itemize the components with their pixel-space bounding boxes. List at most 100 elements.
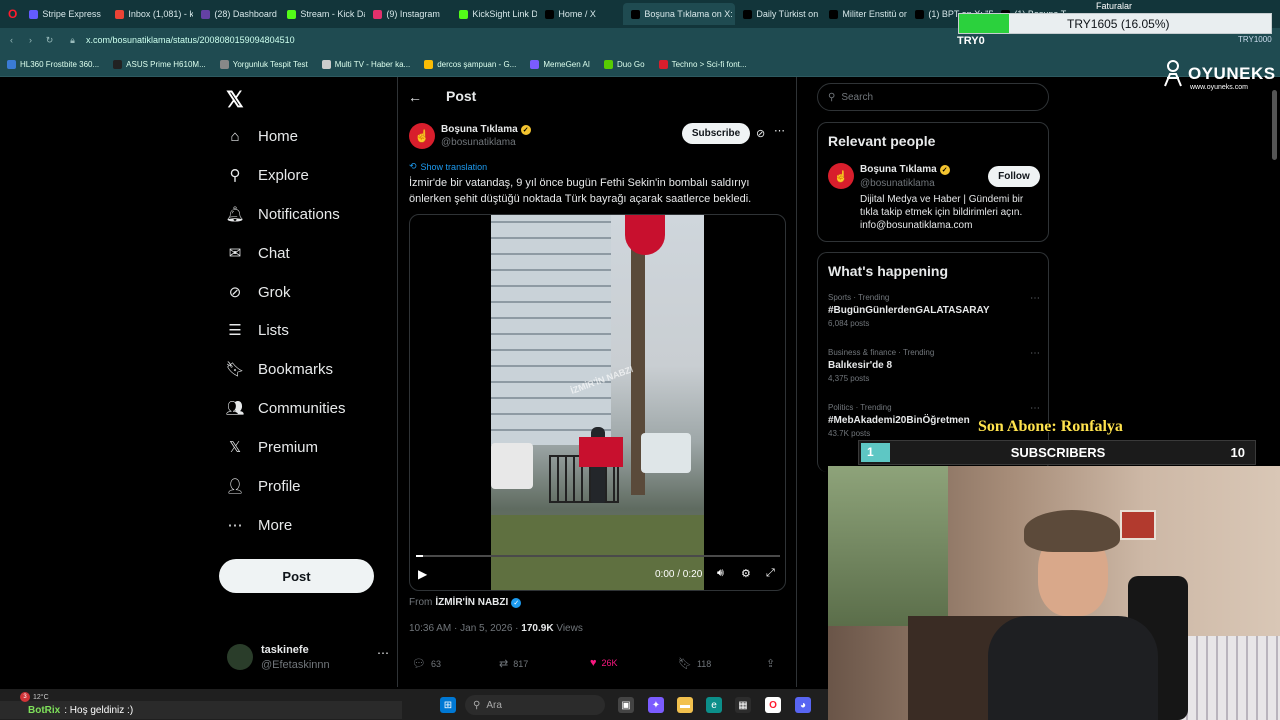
bookmark-item[interactable]: Techno > Sci-fi font...: [652, 59, 754, 69]
scrollbar[interactable]: [1272, 90, 1277, 160]
url-text[interactable]: x.com/bosunatiklama/status/2008080159094…: [86, 35, 295, 45]
follow-button[interactable]: Follow: [988, 166, 1040, 187]
bookmark-item[interactable]: MemeGen AI: [523, 59, 597, 69]
chat-text: : Hoş geldiniz :): [64, 704, 134, 716]
video-progress-bar[interactable]: [416, 555, 780, 557]
bookmark-favicon-icon: [321, 59, 331, 69]
repost-button[interactable]: ⇄ 817: [499, 657, 528, 670]
more-icon[interactable]: ⋯: [774, 124, 785, 137]
browser-tab[interactable]: Boşuna Tıklama on X: "İzm: [623, 3, 736, 25]
taskbar-search-label: Ara: [486, 699, 502, 711]
grok-icon[interactable]: ⊘: [756, 127, 765, 140]
back-arrow-icon[interactable]: ←: [408, 89, 422, 105]
opera-logo-icon[interactable]: O: [8, 7, 17, 21]
relevant-person-handle[interactable]: @bosunatiklama: [860, 178, 935, 189]
browser-tab[interactable]: (28) Dashboard / St: [193, 3, 279, 25]
bookmark-item[interactable]: Multi TV - Haber ka...: [315, 59, 417, 69]
trend-item[interactable]: Business & finance · Trending Balıkesir'd…: [828, 348, 1040, 383]
forward-arrow-icon[interactable]: ›: [23, 35, 38, 45]
bookmark-item[interactable]: ASUS Prime H610M...: [106, 59, 213, 69]
bookmark-favicon-icon: [219, 59, 229, 69]
sidebar-item-lists[interactable]: ☰ Lists: [226, 321, 289, 340]
gear-icon[interactable]: ⚙: [741, 567, 751, 580]
video-player[interactable]: İZMİR'İN NABZI ▶ 0:00 / 0:20 🔊︎ ⚙ ⤢: [409, 214, 786, 591]
bookmark-item[interactable]: dercos şampuan - G...: [417, 59, 523, 69]
bookmark-label: dercos şampuan - G...: [437, 59, 517, 69]
reply-button[interactable]: 💬︎ 63: [412, 657, 441, 670]
relevant-person-avatar[interactable]: ☝: [828, 163, 854, 189]
browser-tab[interactable]: (9) Instagram: [365, 3, 451, 25]
edge-icon[interactable]: e: [706, 697, 722, 713]
account-handle: @Efetaskinnn: [261, 659, 330, 671]
donation-goal-bar: TRY1605 (16.05%): [958, 13, 1272, 34]
browser-tab[interactable]: Stream - Kick Dash: [279, 3, 365, 25]
windows-start-icon[interactable]: ⊞: [440, 697, 456, 713]
opera-icon[interactable]: O: [765, 697, 781, 713]
subscribe-button[interactable]: Subscribe: [682, 123, 750, 144]
browser-tab[interactable]: Stripe Express: [21, 3, 107, 25]
more-icon[interactable]: ⋯: [377, 646, 389, 660]
volume-icon[interactable]: 🔊︎: [717, 567, 724, 580]
search-input[interactable]: ⚲ Search: [817, 83, 1049, 111]
more-icon[interactable]: ⋯: [1030, 403, 1040, 414]
post-text: İzmir'de bir vatandaş, 9 yıl önce bugün …: [409, 177, 752, 205]
account-switcher[interactable]: taskinefe @Efetaskinnn ⋯: [227, 642, 389, 674]
sidebar-item-communities[interactable]: 👥︎ Communities: [225, 399, 345, 418]
play-icon[interactable]: ▶: [418, 567, 427, 581]
donation-current: TRY0: [957, 35, 985, 47]
sidebar-item-grok[interactable]: ⊘ Grok: [226, 283, 291, 302]
discord-icon[interactable]: ◕: [795, 697, 811, 713]
lock-icon[interactable]: 🔒︎: [65, 35, 80, 46]
browser-tab[interactable]: KickSight Link Dete: [451, 3, 537, 25]
browser-tab[interactable]: Home / X: [537, 3, 623, 25]
share-button[interactable]: ⇪: [766, 657, 775, 670]
taskbar-search[interactable]: ⚲ Ara: [465, 695, 605, 715]
reload-icon[interactable]: ↻: [42, 35, 57, 46]
sidebar-item-home[interactable]: ⌂ Home: [226, 127, 298, 145]
sidebar-item-label: Lists: [258, 321, 289, 339]
sidebar-item-notifications[interactable]: 🔔︎ Notifications: [225, 205, 339, 224]
bookmark-label: HL360 Frostbite 360...: [20, 59, 100, 69]
sidebar-item-bookmarks[interactable]: 🔖︎ Bookmarks: [225, 360, 333, 379]
repost-count: 817: [513, 658, 529, 669]
copilot-icon[interactable]: ✦: [648, 697, 664, 713]
subscriber-goal: SUBSCRIBERS 1 10: [858, 440, 1256, 465]
x-logo-icon[interactable]: 𝕏: [226, 87, 244, 113]
browser-tab[interactable]: Inbox (1,081) - kick: [107, 3, 193, 25]
tab-favicon-icon: [115, 9, 125, 19]
video-frame[interactable]: İZMİR'İN NABZI: [491, 215, 704, 590]
task-view-icon[interactable]: ▣: [618, 697, 634, 713]
post-button[interactable]: Post: [219, 559, 374, 593]
file-explorer-icon[interactable]: ▬: [677, 697, 693, 713]
repost-icon: ⇄: [499, 658, 509, 670]
store-icon[interactable]: ▦: [735, 697, 751, 713]
sidebar-item-more[interactable]: ⋯ More: [226, 516, 293, 535]
bookmark-button[interactable]: 🔖︎ 118: [678, 657, 711, 670]
more-icon[interactable]: ⋯: [1030, 293, 1040, 304]
sidebar-item-chat[interactable]: ✉ Chat: [226, 244, 290, 263]
tab-label: (9) Instagram: [386, 9, 440, 19]
sidebar-item-premium[interactable]: 𝕏 Premium: [226, 438, 318, 457]
donation-goal-text: TRY1605 (16.05%): [1067, 17, 1170, 31]
bookmark-item[interactable]: Duo Go: [597, 59, 652, 69]
sidebar-item-explore[interactable]: ⚲ Explore: [226, 166, 309, 185]
bookmark-item[interactable]: Yorgunluk Tespit Test: [213, 59, 315, 69]
author-avatar[interactable]: ☝: [409, 123, 435, 149]
like-button[interactable]: ♥ 26K: [590, 657, 618, 669]
show-translation-link[interactable]: ⟲ Show translation: [409, 161, 487, 172]
tab-favicon-icon: [459, 9, 469, 19]
timestamp[interactable]: 10:36 AM · Jan 5, 2026 ·: [409, 623, 521, 634]
author-handle[interactable]: @bosunatiklama: [441, 137, 516, 148]
trend-item[interactable]: Sports · Trending #BugünGünlerdenGALATASA…: [828, 293, 1040, 328]
relevant-person-name[interactable]: Boşuna Tıklama ✓: [860, 164, 950, 175]
fullscreen-icon[interactable]: ⤢: [766, 567, 775, 580]
back-arrow-icon[interactable]: ‹: [4, 35, 19, 45]
source-name[interactable]: İZMİR'İN NABZI: [435, 597, 508, 608]
author-name[interactable]: Boşuna Tıklama ✓: [441, 124, 531, 135]
browser-tab[interactable]: Daily Türkist on X:: [735, 3, 821, 25]
browser-tab[interactable]: Militer Enstitü on X: [821, 3, 907, 25]
share-icon: ⇪: [766, 658, 776, 670]
sidebar-item-profile[interactable]: 👤︎ Profile: [225, 477, 300, 496]
more-icon[interactable]: ⋯: [1030, 348, 1040, 359]
bookmark-item[interactable]: HL360 Frostbite 360...: [0, 59, 106, 69]
